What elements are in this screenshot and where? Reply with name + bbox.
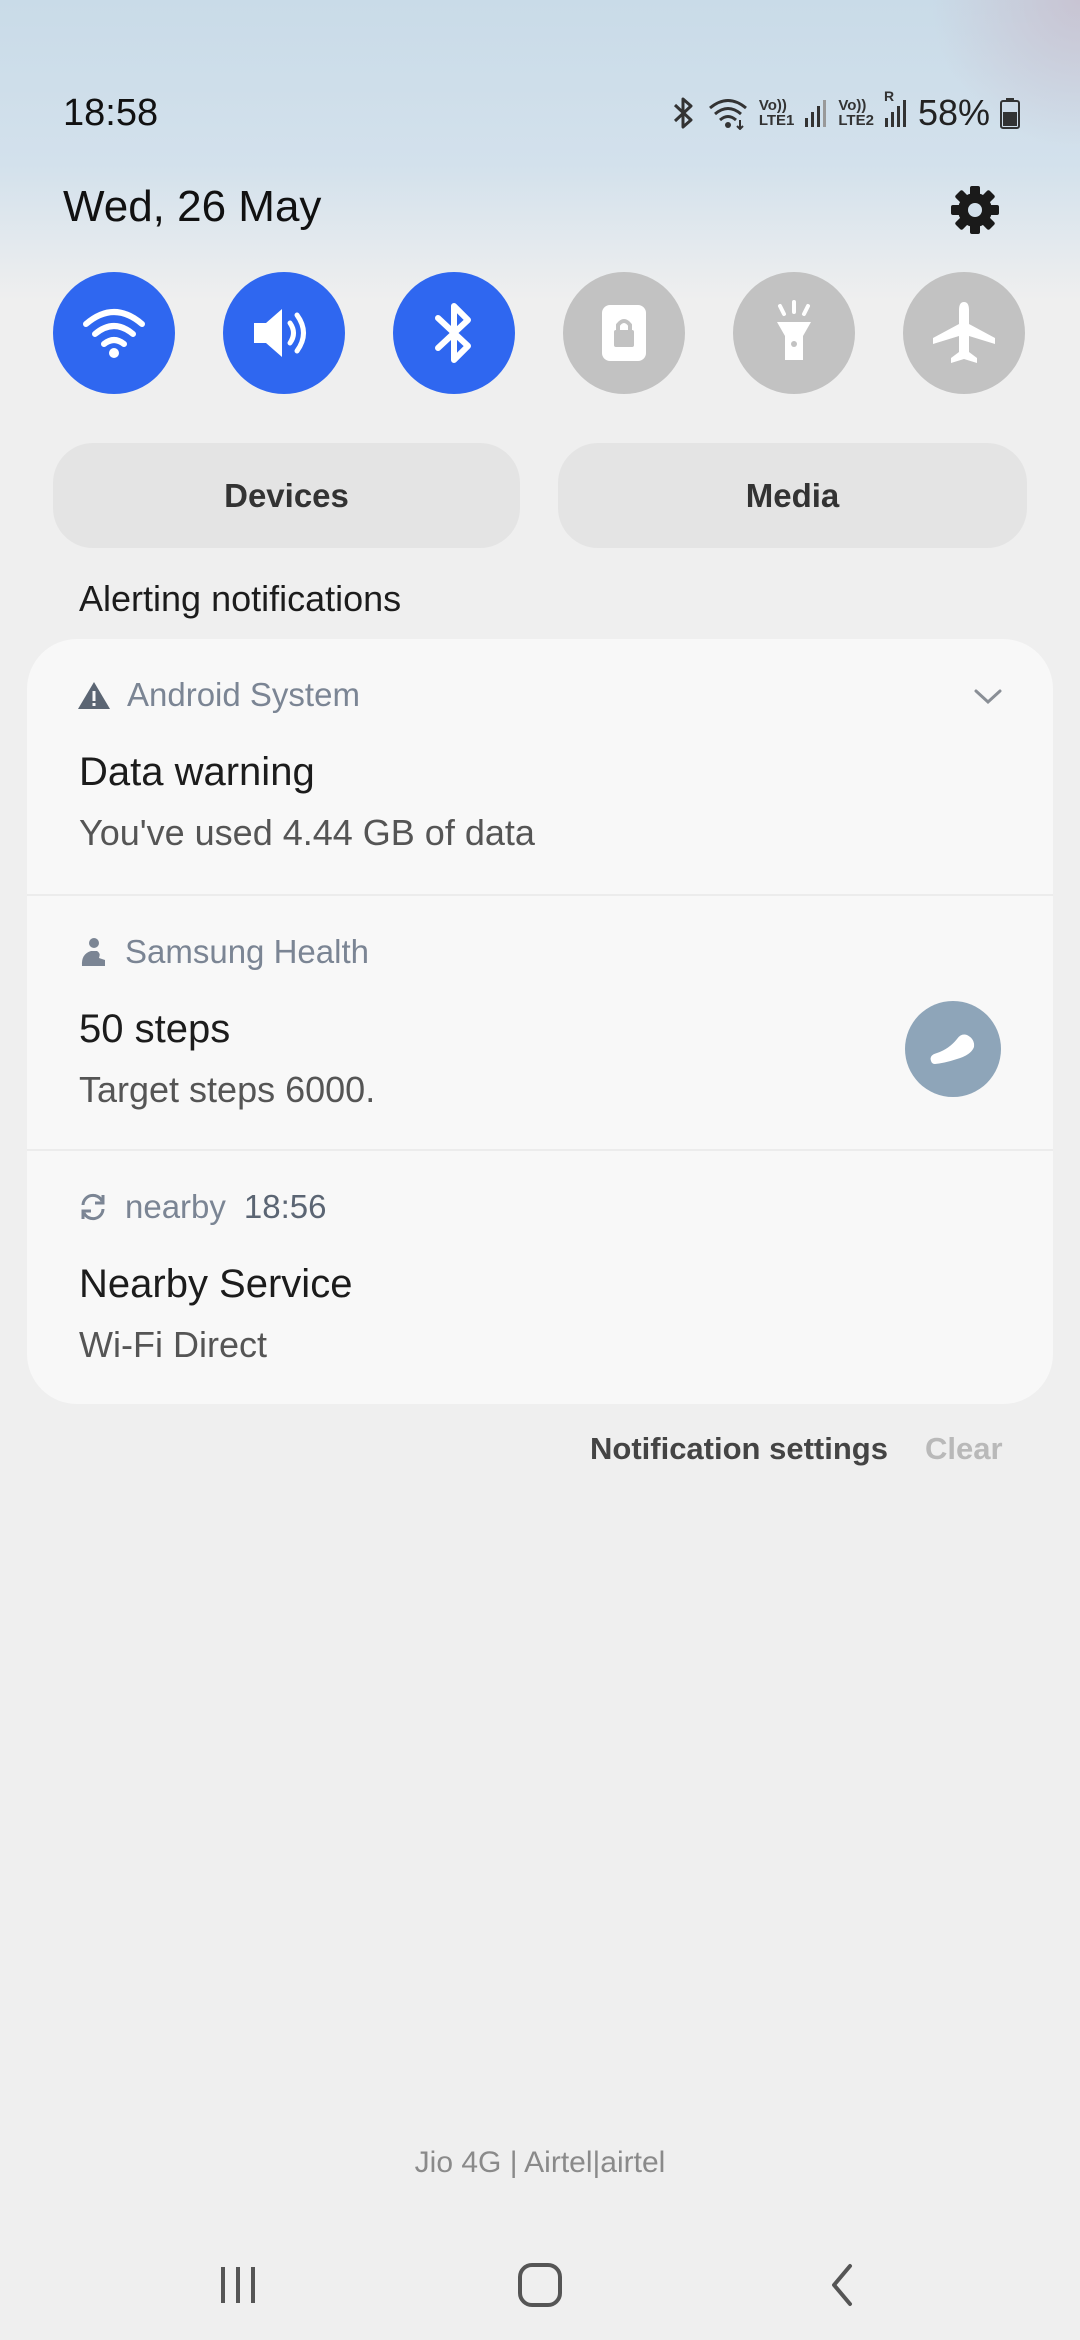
warning-icon — [78, 682, 110, 709]
section-header-alerting: Alerting notifications — [79, 578, 402, 619]
notification-title: Data warning — [79, 750, 315, 794]
recents-icon — [221, 2267, 255, 2303]
bluetooth-icon — [435, 303, 471, 363]
notification-title: 50 steps — [79, 1007, 231, 1051]
media-button[interactable]: Media — [558, 443, 1027, 548]
status-icons: Vo)) LTE1 Vo)) LTE2 R 58% — [671, 88, 1020, 134]
chevron-down-icon[interactable] — [973, 687, 1003, 707]
notification-time: 18:56 — [243, 1188, 327, 1225]
recents-button[interactable] — [198, 2250, 278, 2320]
bluetooth-icon — [673, 97, 693, 129]
notification-card: Android System Data warning You've used … — [27, 639, 1053, 1404]
notification-header: Samsung Health — [77, 933, 369, 971]
notification-android-system[interactable]: Android System Data warning You've used … — [27, 639, 1053, 894]
app-name: Android System — [127, 676, 360, 713]
notification-text: Wi-Fi Direct — [79, 1324, 267, 1365]
notification-nearby[interactable]: nearby 18:56 Nearby Service Wi-Fi Direct — [27, 1149, 1053, 1404]
gear-icon — [951, 186, 999, 234]
wifi-toggle[interactable] — [53, 272, 175, 394]
sync-icon — [81, 1193, 105, 1221]
airplane-icon — [933, 302, 995, 363]
roaming-indicator: R — [883, 88, 895, 104]
signal-icon — [805, 100, 827, 127]
sim2-signal: R — [884, 88, 908, 128]
notification-header: Android System — [77, 676, 360, 714]
devices-button[interactable]: Devices — [53, 443, 520, 548]
bluetooth-toggle[interactable] — [393, 272, 515, 394]
airplane-mode-toggle[interactable] — [903, 272, 1025, 394]
date-label: Wed, 26 May — [63, 182, 322, 231]
shoe-icon — [930, 1034, 975, 1064]
back-button[interactable] — [802, 2250, 882, 2320]
flashlight-icon — [777, 300, 811, 360]
sound-toggle[interactable] — [223, 272, 345, 394]
settings-button[interactable] — [948, 183, 1002, 237]
back-icon — [832, 2264, 852, 2306]
flashlight-toggle[interactable] — [733, 272, 855, 394]
panel-background — [0, 0, 1080, 300]
sim1-volte-tag: Vo)) LTE1 — [758, 97, 795, 129]
sim2-volte-tag: Vo)) LTE2 — [838, 97, 874, 129]
home-icon — [518, 2263, 562, 2307]
battery-icon — [1000, 98, 1020, 129]
wifi-icon — [83, 309, 145, 358]
home-button[interactable] — [500, 2250, 580, 2320]
rotation-lock-toggle[interactable] — [563, 272, 685, 394]
notification-header: nearby 18:56 — [77, 1188, 327, 1226]
carrier-label: Jio 4G | Airtel|airtel — [414, 2146, 666, 2179]
quick-settings-toggles — [53, 272, 1025, 394]
battery-percent: 58% — [917, 92, 990, 133]
notification-text: Target steps 6000. — [79, 1069, 376, 1110]
notification-settings-button[interactable]: Notification settings — [590, 1431, 888, 1467]
app-name: Samsung Health — [125, 933, 369, 970]
steps-badge — [905, 1001, 1001, 1097]
wifi-icon — [708, 99, 747, 130]
app-name: nearby — [125, 1188, 226, 1225]
health-icon — [81, 938, 105, 966]
status-time: 18:58 — [63, 92, 159, 134]
notification-title: Nearby Service — [79, 1262, 353, 1306]
speaker-icon — [254, 309, 306, 357]
notification-text: You've used 4.44 GB of data — [79, 812, 535, 853]
clear-button[interactable]: Clear — [925, 1431, 1003, 1467]
navigation-bar — [0, 2230, 1080, 2340]
lock-icon — [602, 305, 646, 361]
notification-samsung-health[interactable]: Samsung Health 50 steps Target steps 600… — [27, 894, 1053, 1151]
